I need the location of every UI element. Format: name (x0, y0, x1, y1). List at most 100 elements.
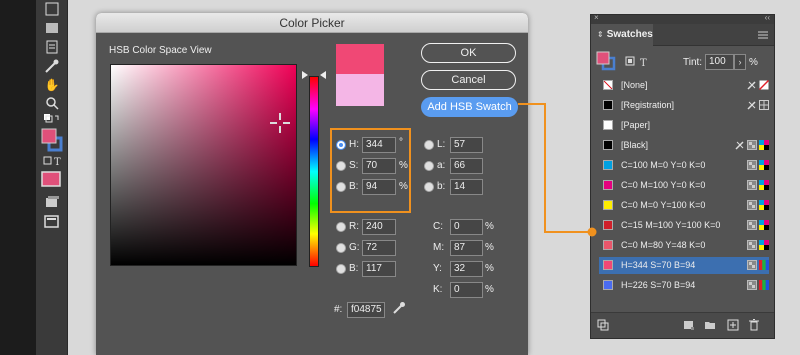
note-tool-icon[interactable] (43, 40, 61, 56)
crosshair-marker-icon[interactable] (270, 113, 290, 133)
brightness-field[interactable]: 94 (362, 179, 396, 195)
delete-swatch-icon[interactable] (748, 319, 760, 331)
tab-swatches[interactable]: ⇕ Swatches (591, 24, 653, 46)
swatch-row[interactable]: [Registration] (599, 97, 769, 114)
swatch-row[interactable]: [None] (599, 77, 769, 94)
hand-tool-icon[interactable]: ✋ (43, 77, 61, 93)
tint-arrow-icon[interactable]: › (734, 54, 746, 70)
add-hsb-swatch-button[interactable]: Add HSB Swatch (421, 97, 518, 117)
view-mode-icon[interactable] (43, 195, 61, 211)
frame-tool-icon[interactable] (43, 2, 61, 18)
magenta-unit: % (485, 242, 494, 253)
swatch-row[interactable]: C=15 M=100 Y=100 K=0 (599, 217, 769, 234)
red-field[interactable]: 240 (362, 219, 396, 235)
saturation-field[interactable]: 70 (362, 158, 396, 174)
swatch-row[interactable]: [Paper] (599, 117, 769, 134)
lab-a-radio[interactable] (424, 161, 434, 171)
original-color-preview[interactable] (336, 74, 384, 106)
panel-bottom-bar (591, 312, 774, 338)
saturation-radio[interactable] (336, 161, 346, 171)
image-frame-tool-icon[interactable] (43, 22, 61, 38)
hex-field[interactable]: f04875 (347, 302, 385, 318)
hue-radio[interactable] (336, 140, 346, 150)
apply-color-icon[interactable] (40, 170, 64, 190)
swatch-chip (603, 200, 613, 210)
swatch-row[interactable]: C=0 M=100 Y=0 K=0 (599, 177, 769, 194)
saturation-label: S: (349, 160, 359, 171)
lab-a-field[interactable]: 66 (450, 158, 483, 174)
hue-slider-left-arrow-icon[interactable] (302, 71, 308, 79)
red-radio[interactable] (336, 222, 346, 232)
fill-stroke-swatch[interactable] (41, 128, 63, 152)
color-field[interactable] (110, 64, 297, 266)
cmyk-icon (759, 180, 769, 190)
rgb-icon (759, 280, 769, 290)
process-icon (747, 200, 757, 210)
red-label: R: (349, 221, 359, 232)
panel-top-bar[interactable]: × ‹‹ (591, 13, 774, 24)
format-text-icon[interactable]: T (43, 155, 61, 171)
green-radio[interactable] (336, 243, 346, 253)
svg-text:T: T (54, 157, 61, 167)
lab-b-field[interactable]: 14 (450, 179, 483, 195)
panel-close-icon[interactable]: × (594, 13, 599, 22)
zoom-tool-icon[interactable] (43, 96, 61, 112)
swatch-chip (603, 100, 613, 110)
swatch-views-icon[interactable] (683, 319, 695, 331)
show-swatch-kinds-icon[interactable] (597, 319, 609, 331)
cmyk-icon (759, 160, 769, 170)
panel-collapse-icon[interactable]: ‹‹ (765, 13, 770, 22)
green-field[interactable]: 72 (362, 240, 396, 256)
swatch-row[interactable]: [Black] (599, 137, 769, 154)
container-text-toggle-icon[interactable]: T (625, 56, 651, 68)
swatch-name: C=100 M=0 Y=0 K=0 (621, 160, 706, 170)
swatch-row[interactable]: C=0 M=80 Y=48 K=0 (599, 237, 769, 254)
swatch-row[interactable]: H=226 S=70 B=94 (599, 277, 769, 294)
swatch-row[interactable]: C=0 M=0 Y=100 K=0 (599, 197, 769, 214)
tint-label: Tint: (683, 57, 703, 68)
hue-label: H: (349, 139, 359, 150)
blue-radio[interactable] (336, 264, 346, 274)
brightness-radio[interactable] (336, 182, 346, 192)
dialog-titlebar[interactable]: Color Picker (96, 13, 528, 33)
swatch-name: C=0 M=80 Y=48 K=0 (621, 240, 706, 250)
swatch-name: C=0 M=100 Y=0 K=0 (621, 180, 706, 190)
new-color-group-icon[interactable] (704, 319, 716, 331)
new-swatch-icon[interactable] (727, 319, 739, 331)
cmyk-icon (759, 140, 769, 150)
swatch-chip (603, 280, 613, 290)
swatch-chip (603, 180, 613, 190)
app-background-strip (0, 0, 36, 355)
lab-l-radio[interactable] (424, 140, 434, 150)
swatch-row[interactable]: C=100 M=0 Y=0 K=0 (599, 157, 769, 174)
lab-l-field[interactable]: 57 (450, 137, 483, 153)
cmyk-icon (759, 240, 769, 250)
swatch-row[interactable]: H=344 S=70 B=94 (599, 257, 769, 274)
lab-b-radio[interactable] (424, 182, 434, 192)
cyan-field[interactable]: 0 (450, 219, 483, 235)
ok-button[interactable]: OK (421, 43, 516, 63)
process-icon (747, 260, 757, 270)
swatch-chip (603, 240, 613, 250)
tint-field[interactable]: 100 (705, 54, 734, 70)
swatch-name: H=226 S=70 B=94 (621, 280, 696, 290)
yellow-unit: % (485, 263, 494, 274)
yellow-field[interactable]: 32 (450, 261, 483, 277)
brightness-label: B: (349, 181, 359, 192)
default-colors-icon[interactable] (43, 113, 61, 129)
panel-fill-stroke-swatch[interactable] (596, 51, 616, 71)
magenta-field[interactable]: 87 (450, 240, 483, 256)
blue-field[interactable]: 117 (362, 261, 396, 277)
hue-field[interactable]: 344 (362, 137, 396, 153)
hue-slider-right-arrow-icon[interactable] (320, 71, 326, 79)
panel-menu-icon[interactable] (758, 31, 768, 39)
eyedropper-icon[interactable] (392, 301, 406, 315)
eyedropper-tool-icon[interactable] (43, 58, 61, 74)
tab-swatches-label: Swatches (606, 29, 653, 40)
saturation-unit: % (399, 160, 408, 171)
cancel-button[interactable]: Cancel (421, 70, 516, 90)
svg-text:T: T (640, 58, 647, 68)
black-field[interactable]: 0 (450, 282, 483, 298)
screen-mode-icon[interactable] (43, 215, 61, 231)
hue-slider[interactable] (309, 76, 319, 267)
